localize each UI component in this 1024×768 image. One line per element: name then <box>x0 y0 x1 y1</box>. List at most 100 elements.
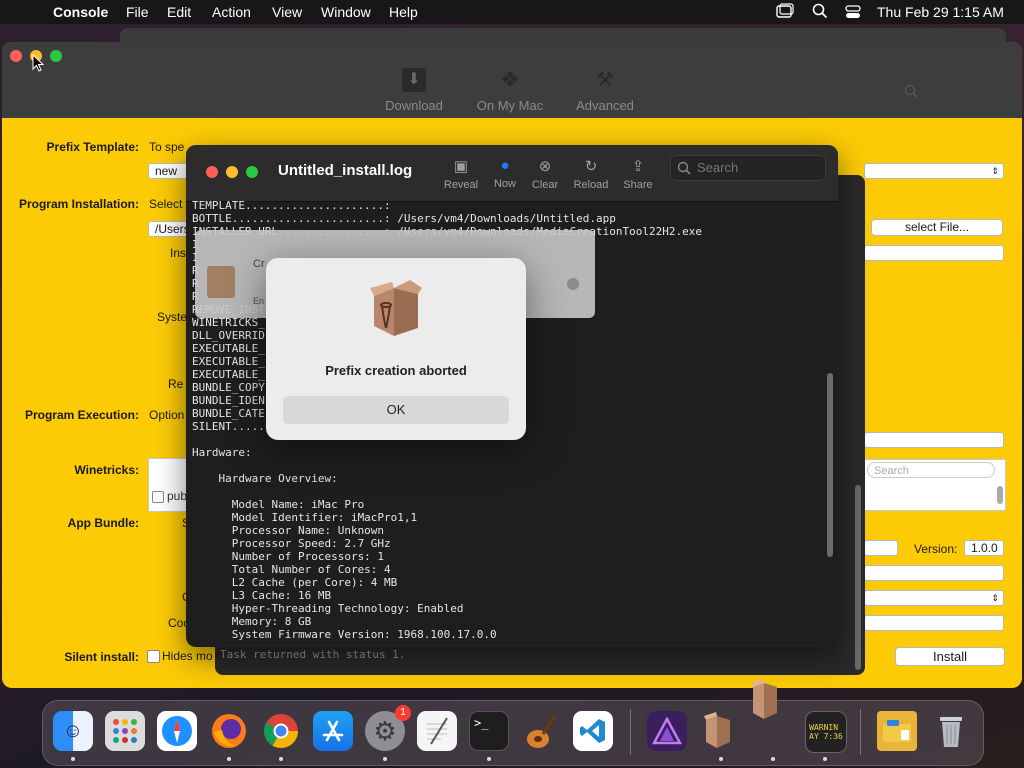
close-button[interactable] <box>10 50 22 62</box>
console-running-dot <box>823 757 827 761</box>
panel-scrollbar[interactable] <box>855 485 861 670</box>
wineskin-drag-dot <box>771 757 775 761</box>
window-switch-icon[interactable] <box>776 3 794 22</box>
toolbar-on-my-mac[interactable]: ❖ On My Mac <box>470 67 550 114</box>
finder-running-dot <box>71 757 75 761</box>
program-installation-path-field[interactable]: /Users <box>148 221 188 237</box>
settings-running-dot <box>383 757 387 761</box>
winetricks-label: Winetricks: <box>74 463 139 477</box>
app-bundle-label: App Bundle: <box>67 516 139 530</box>
console-minimize-button[interactable] <box>226 166 238 178</box>
installer-url-field[interactable] <box>864 245 1004 261</box>
terminal-icon[interactable]: >_ <box>469 711 509 751</box>
menu-view[interactable]: View <box>272 4 302 20</box>
clear-icon: ⊗ <box>538 158 552 175</box>
affinity-icon[interactable] <box>647 711 687 751</box>
dock-divider-2 <box>860 709 861 755</box>
dock-divider <box>630 709 631 755</box>
program-execution-label: Program Execution: <box>24 408 139 422</box>
console-dock-icon[interactable]: WARNIN AY 7:36 <box>805 711 847 753</box>
menu-help[interactable]: Help <box>389 4 418 20</box>
wineskin-dragging-icon[interactable] <box>749 679 779 728</box>
system-fragment-label: Syste <box>157 310 188 324</box>
reload-icon: ↻ <box>584 158 598 175</box>
bundle-name-field[interactable] <box>864 540 898 556</box>
prefix-template-dropdown[interactable]: ⇕ <box>864 163 1004 179</box>
remove-fragment-label: Re <box>168 377 184 391</box>
dropdown-chevron-icon: ⇕ <box>991 166 999 176</box>
garageband-icon[interactable] <box>521 711 561 751</box>
select-file-button[interactable]: select File... <box>871 219 1003 236</box>
firefox-icon[interactable] <box>209 711 249 751</box>
console-search-placeholder: Search <box>697 160 739 175</box>
share-icon: ⇪ <box>631 158 645 175</box>
prefix-template-hint: To spe <box>149 140 185 154</box>
wineskin-dock-icon[interactable] <box>697 711 737 751</box>
progress-sub-fragment: En <box>253 296 265 306</box>
safari-icon[interactable] <box>157 711 197 751</box>
install-button[interactable]: Install <box>895 647 1005 666</box>
trash-icon[interactable] <box>931 711 971 751</box>
progress-cancel-icon[interactable] <box>567 278 579 290</box>
firefox-running-dot <box>227 757 231 761</box>
download-icon: ⬇ <box>402 68 426 92</box>
menu-edit[interactable]: Edit <box>167 4 191 20</box>
menu-clock[interactable]: Thu Feb 29 1:15 AM <box>877 4 1004 20</box>
toolbar-search-icon[interactable] <box>904 84 918 103</box>
program-installation-hint: Select <box>149 197 183 211</box>
winetricks-search-input[interactable]: Search <box>867 462 995 478</box>
silent-install-checkbox[interactable] <box>147 650 160 663</box>
console-close-button[interactable] <box>206 166 218 178</box>
winetricks-checkbox[interactable] <box>152 491 164 503</box>
reveal-button[interactable]: ▣ Reveal <box>436 157 486 191</box>
menu-file[interactable]: File <box>126 4 149 20</box>
console-toolbar: Untitled_install.log ▣ Reveal ● Now ⊗ Clear… <box>186 145 838 202</box>
reveal-icon: ▣ <box>453 158 469 175</box>
menu-app-name[interactable]: Console <box>53 4 108 20</box>
chrome-icon[interactable] <box>261 711 301 751</box>
silent-install-hint: Hides mo <box>162 649 213 663</box>
menu-action[interactable]: Action <box>212 4 251 20</box>
prefix-template-select[interactable]: new p <box>148 163 188 179</box>
toolbar-download[interactable]: ⬇ Download <box>374 68 454 113</box>
control-center-icon[interactable] <box>845 4 861 23</box>
menu-window[interactable]: Window <box>321 4 371 20</box>
bundle-category-dropdown[interactable]: ⇕ <box>864 590 1004 606</box>
mouse-cursor-icon <box>32 53 45 77</box>
winetricks-search-panel: Search <box>864 459 1006 511</box>
share-button[interactable]: ⇪ Share <box>613 157 663 191</box>
main-toolbar: ⬇ Download ❖ On My Mac ⚒ Advanced <box>2 42 1022 118</box>
toolbar-advanced[interactable]: ⚒ Advanced <box>565 68 645 113</box>
vscode-icon[interactable] <box>573 711 613 751</box>
spotlight-search-icon[interactable] <box>812 3 828 22</box>
console-search-icon <box>677 161 691 175</box>
winetricks-scrollbar[interactable] <box>997 486 1003 504</box>
alert-ok-button[interactable]: OK <box>283 396 509 424</box>
winetricks-list[interactable]: pub <box>148 458 190 512</box>
app-store-icon[interactable] <box>313 711 353 751</box>
on-my-mac-icon: ❖ <box>500 67 520 92</box>
prefix-template-label: Prefix Template: <box>46 140 139 154</box>
launchpad-icon[interactable] <box>105 711 145 751</box>
reload-button[interactable]: ↻ Reload <box>566 157 616 191</box>
console-scrollbar[interactable] <box>827 373 833 557</box>
downloads-folder-icon[interactable] <box>877 711 917 751</box>
bundle-identifier-field[interactable] <box>864 565 1004 581</box>
advanced-tools-icon: ⚒ <box>596 69 614 91</box>
console-title: Untitled_install.log <box>278 162 413 179</box>
zoom-button[interactable] <box>50 50 62 62</box>
system-settings-icon[interactable]: ⚙ 1 <box>365 705 411 751</box>
dock: ☺ ⚙ 1 >_ WARNIN AY 7:36 <box>42 679 984 766</box>
textedit-icon[interactable] <box>417 711 457 751</box>
clear-button[interactable]: ⊗ Clear <box>520 157 570 191</box>
program-execution-hint: Option <box>149 408 185 422</box>
version-field[interactable]: 1.0.0 <box>964 540 1004 556</box>
console-search-field[interactable]: Search <box>670 155 826 181</box>
wineskin-app-icon <box>364 278 428 347</box>
bundle-copyright-field[interactable] <box>864 615 1004 631</box>
finder-icon[interactable]: ☺ <box>53 711 93 751</box>
execution-options-field[interactable] <box>864 432 1004 448</box>
progress-title-fragment: Cr <box>253 258 265 270</box>
wineskin-running-dot <box>719 757 723 761</box>
console-zoom-button[interactable] <box>246 166 258 178</box>
